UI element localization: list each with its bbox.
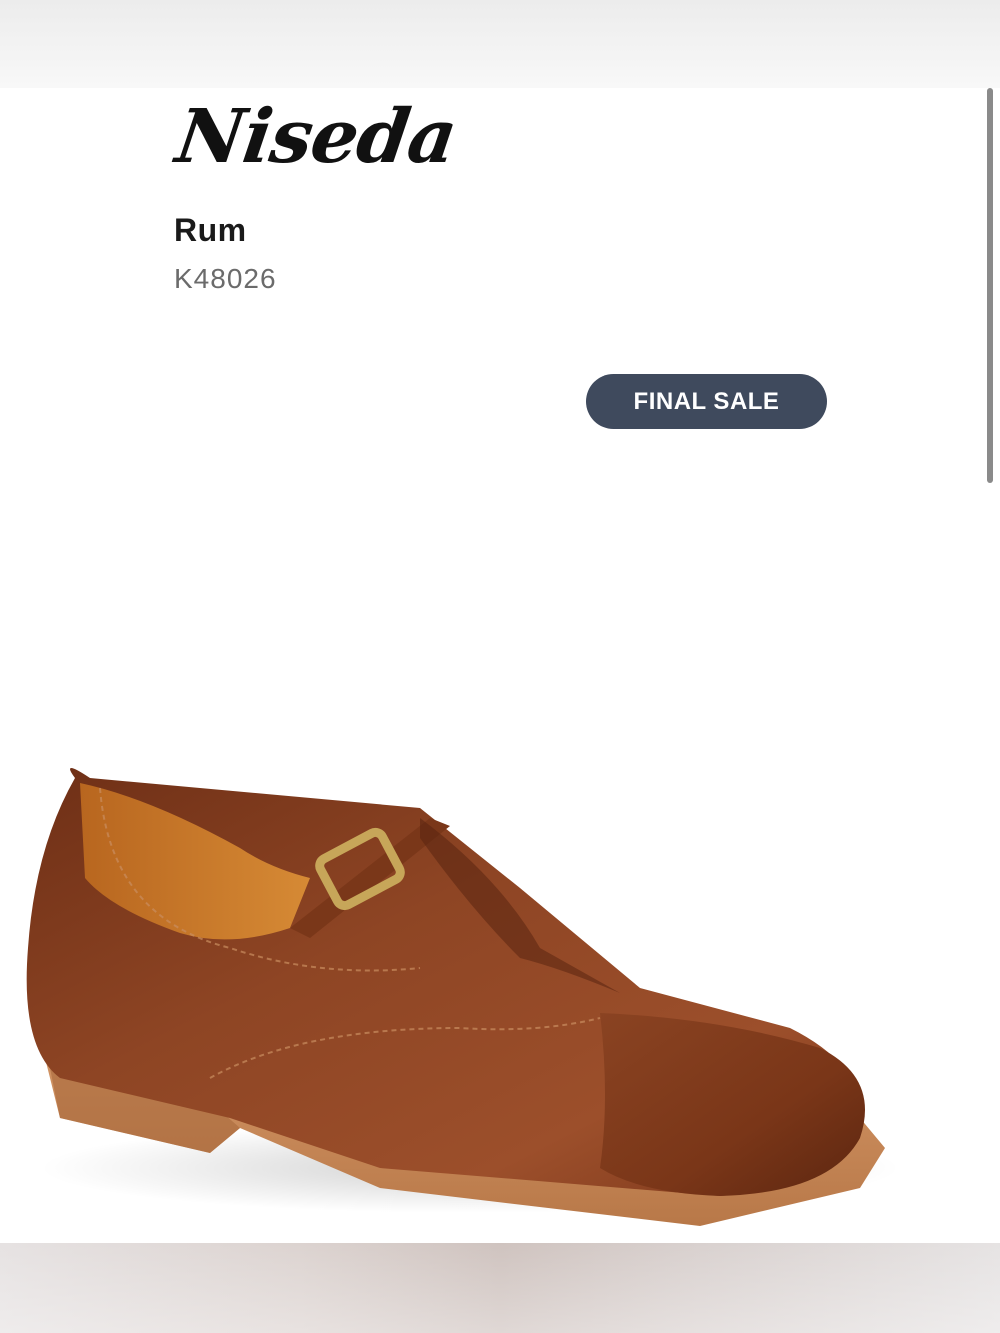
product-page: Niseda Rum K48026 FINAL SALE <box>0 0 1000 1333</box>
product-detail: Niseda Rum K48026 FINAL SALE <box>0 88 1000 1243</box>
product-image[interactable] <box>0 648 1000 1243</box>
product-sku: K48026 <box>174 263 277 294</box>
final-sale-badge: FINAL SALE <box>586 374 827 429</box>
bottom-bar <box>0 1243 1000 1333</box>
product-name: Niseda <box>171 94 462 180</box>
scrollbar[interactable] <box>987 88 993 483</box>
top-bar <box>0 0 1000 88</box>
product-color: Rum <box>174 212 247 248</box>
shoe-toe-cap <box>600 1013 865 1196</box>
